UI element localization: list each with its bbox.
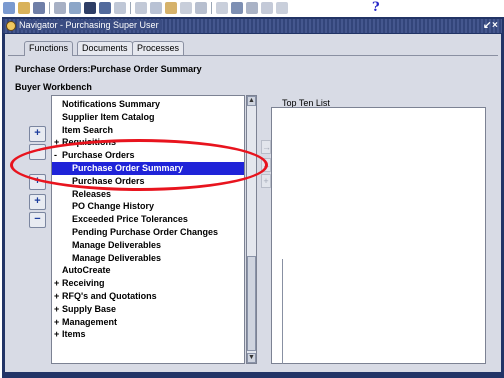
help-icon[interactable]: ? xyxy=(372,0,380,15)
toolbar-separator xyxy=(211,2,212,14)
tree-scrollbar[interactable]: ▲ ▼ xyxy=(246,95,257,364)
expand-node-icon[interactable]: + xyxy=(54,303,60,316)
section-title: Buyer Workbench xyxy=(15,82,92,92)
zoom-in-icon[interactable] xyxy=(231,2,243,14)
tab-divider xyxy=(8,55,498,56)
print-icon[interactable] xyxy=(54,2,66,14)
tree-item[interactable]: Manage Deliverables xyxy=(52,252,244,265)
tree-item-label: Management xyxy=(62,316,118,327)
save-icon[interactable] xyxy=(33,2,45,14)
copy-icon[interactable] xyxy=(150,2,162,14)
tree-item-label: Supply Base xyxy=(62,303,117,314)
expand-node-icon[interactable]: + xyxy=(54,277,60,290)
window-title-bar[interactable]: Navigator - Purchasing Super User ↙ × xyxy=(3,19,502,33)
window-title: Navigator - Purchasing Super User xyxy=(19,20,162,30)
scroll-up-button[interactable]: ▲ xyxy=(247,96,256,106)
tree-item[interactable]: + RFQ's and Quotations xyxy=(52,290,244,303)
delete-icon[interactable] xyxy=(195,2,207,14)
tree-item[interactable]: Pending Purchase Order Changes xyxy=(52,226,244,239)
tree-item[interactable]: Manage Deliverables xyxy=(52,239,244,252)
window-help-icon[interactable] xyxy=(276,2,288,14)
tree-item-label: Manage Deliverables xyxy=(72,252,162,263)
tree-item[interactable]: + Management xyxy=(52,316,244,329)
edit-field-icon[interactable] xyxy=(216,2,228,14)
clear-record-icon[interactable] xyxy=(180,2,192,14)
open-icon[interactable] xyxy=(18,2,30,14)
tree-item-label: Pending Purchase Order Changes xyxy=(72,227,219,237)
new-icon[interactable] xyxy=(3,2,15,14)
tree-item[interactable]: Supplier Item Catalog xyxy=(52,111,244,124)
close-icon[interactable]: × xyxy=(492,20,498,31)
tree-item[interactable]: Notifications Summary xyxy=(52,98,244,111)
expand-node-icon[interactable]: + xyxy=(54,328,60,341)
annotation-ellipse xyxy=(10,139,268,191)
window-icon xyxy=(6,21,16,31)
tree-item-label: AutoCreate xyxy=(62,265,111,276)
close-form-icon[interactable] xyxy=(69,2,81,14)
minimize-icon[interactable]: ↙ xyxy=(483,20,491,31)
expand-all-button[interactable]: + xyxy=(29,194,46,210)
tree-item-label: Supplier Item Catalog xyxy=(62,111,155,122)
navigator-icon[interactable] xyxy=(84,2,96,14)
translations-icon[interactable] xyxy=(114,2,126,14)
add-button[interactable]: + xyxy=(261,174,271,188)
expand-node-icon[interactable]: + xyxy=(54,316,60,329)
tree-item-label: PO Change History xyxy=(72,201,155,212)
tree-item-label: Exceeded Price Tolerances xyxy=(72,214,188,225)
toolbar-separator xyxy=(49,2,50,14)
tree-item[interactable]: + Receiving xyxy=(52,277,244,290)
tree-item-label: RFQ's and Quotations xyxy=(62,291,157,301)
expand-node-icon[interactable]: + xyxy=(54,290,60,303)
main-toolbar: ? xyxy=(0,0,504,17)
tree-item-label: Notifications Summary xyxy=(62,99,161,109)
tab-functions[interactable]: Functions xyxy=(24,41,74,56)
tree-item-label: Receiving xyxy=(62,278,105,289)
tab-processes[interactable]: Processes xyxy=(132,41,185,55)
tree-item[interactable]: Exceeded Price Tolerances xyxy=(52,213,244,226)
paste-icon[interactable] xyxy=(165,2,177,14)
tree-item[interactable]: + Items xyxy=(52,328,244,341)
tree-item[interactable]: Item Search xyxy=(52,124,244,137)
collapse-all-button[interactable]: − xyxy=(29,212,46,228)
scroll-down-button[interactable]: ▼ xyxy=(247,353,256,363)
expand-button[interactable]: + xyxy=(29,126,46,142)
tree-item[interactable]: AutoCreate xyxy=(52,264,244,277)
scroll-thumb[interactable] xyxy=(247,256,256,351)
folder-tools-icon[interactable] xyxy=(261,2,273,14)
toolbar-separator xyxy=(130,2,131,14)
tree-item-label: Items xyxy=(62,329,86,340)
function-tree[interactable]: Notifications Summary Supplier Item Catal… xyxy=(51,95,245,364)
tree-item-label: Manage Deliverables xyxy=(72,239,162,250)
tree-item[interactable]: PO Change History xyxy=(52,200,244,213)
breadcrumb: Purchase Orders:Purchase Order Summary xyxy=(15,64,202,74)
tab-documents[interactable]: Documents xyxy=(77,41,133,55)
top-ten-divider xyxy=(282,259,283,364)
tree-item-label: Item Search xyxy=(62,124,114,135)
attachments-icon[interactable] xyxy=(246,2,258,14)
top-ten-list[interactable] xyxy=(271,107,486,364)
zoom-icon[interactable] xyxy=(99,2,111,14)
add-to-top-ten-button[interactable]: → xyxy=(261,140,271,154)
tree-item[interactable]: + Supply Base xyxy=(52,303,244,316)
cut-icon[interactable] xyxy=(135,2,147,14)
